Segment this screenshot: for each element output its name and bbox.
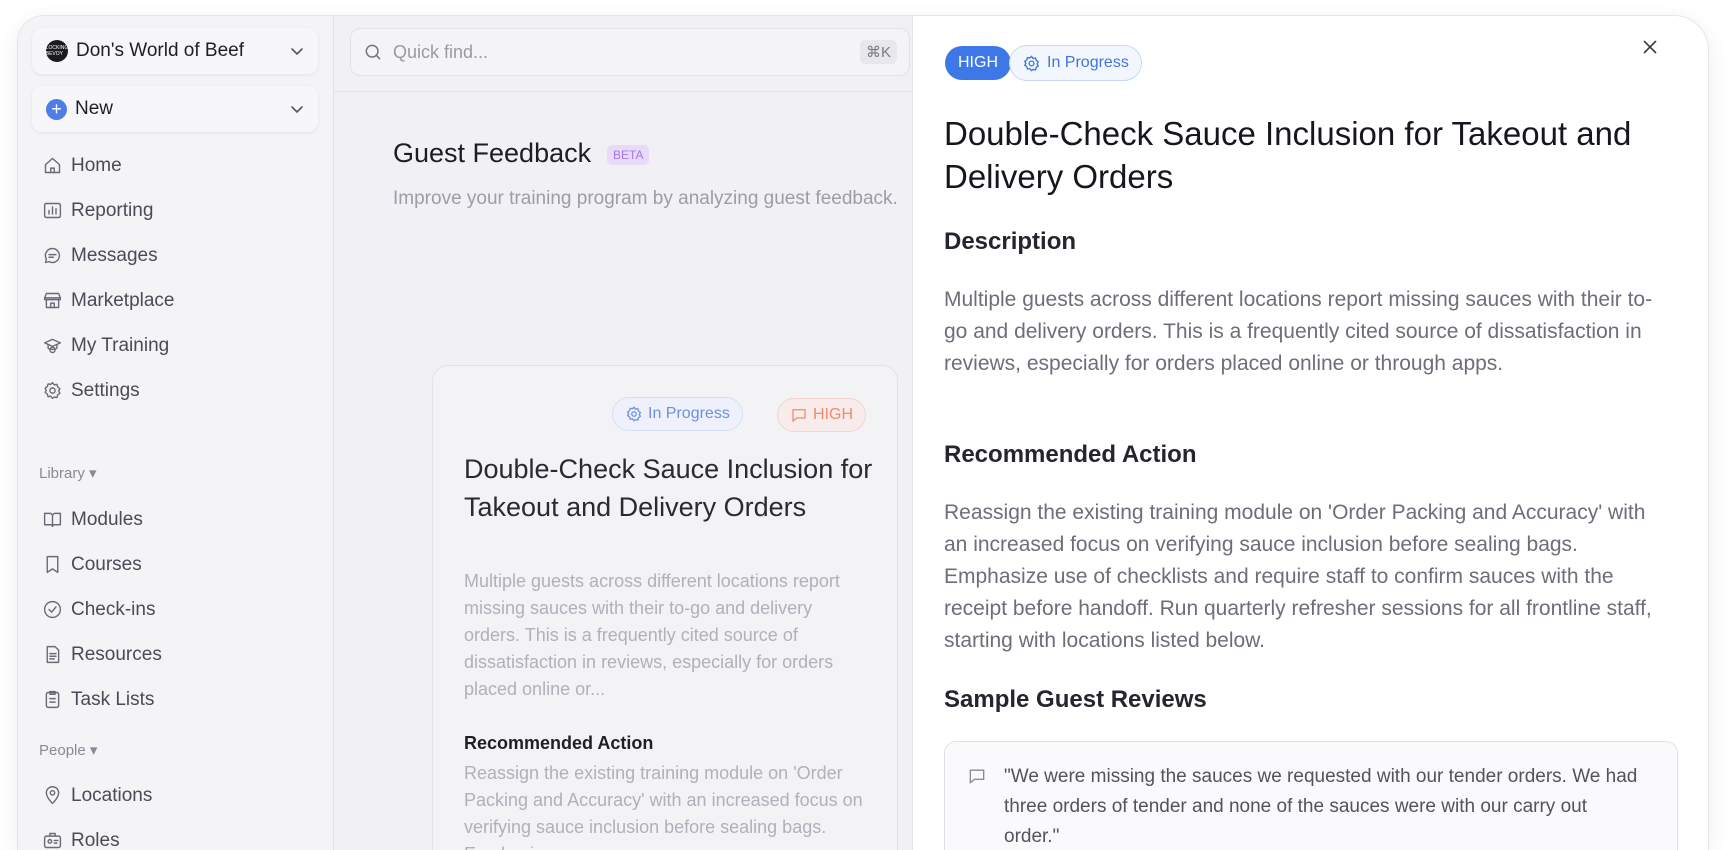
people-section-toggle[interactable]: People ▾: [39, 741, 97, 759]
chevron-down-icon: [291, 48, 303, 56]
beta-badge: BETA: [607, 145, 650, 165]
nav-item-task-lists[interactable]: Task Lists: [42, 677, 312, 722]
page-subtitle: Improve your training program by analyzi…: [393, 188, 898, 209]
search-icon: [365, 44, 381, 60]
bookmark-icon: [46, 555, 59, 574]
nav-label: Reporting: [71, 199, 154, 221]
description-heading: Description: [944, 228, 1077, 255]
nav-label: Resources: [71, 643, 162, 665]
nav-item-home[interactable]: Home: [42, 143, 312, 188]
chevron-down-icon: [291, 106, 303, 114]
plus-icon: +: [46, 98, 67, 120]
home-icon: [44, 157, 61, 174]
nav-item-resources[interactable]: Resources: [42, 632, 312, 677]
comment-icon: [969, 769, 985, 785]
search-placeholder: Quick find...: [393, 41, 489, 62]
nav-item-check-ins[interactable]: Check-ins: [42, 587, 312, 632]
priority-badge: HIGH: [945, 46, 1011, 80]
nav-item-settings[interactable]: Settings: [42, 368, 312, 413]
card-title: Double-Check Sauce Inclusion for Takeout…: [464, 454, 873, 522]
clipboard-icon: [45, 690, 60, 709]
nav-item-locations[interactable]: Locations: [42, 773, 312, 818]
new-menu[interactable]: + New: [32, 86, 318, 132]
recommended-action-heading: Recommended Action: [944, 441, 1197, 468]
nav-label: Messages: [71, 244, 158, 266]
people-nav: Locations Roles: [42, 773, 312, 850]
close-icon[interactable]: [1639, 36, 1661, 58]
nav-label: Roles: [71, 829, 120, 850]
nav-label: Home: [71, 154, 122, 176]
card-priority-label: HIGH: [813, 406, 853, 423]
detail-title: Double-Check Sauce Inclusion for Takeout…: [944, 115, 1632, 195]
org-logo: LOCKING BEVOY: [46, 40, 68, 62]
library-section-toggle[interactable]: Library ▾: [39, 464, 97, 482]
gear-icon: [626, 406, 642, 422]
org-name: Don's World of Beef: [76, 40, 245, 61]
sidebar: LOCKING BEVOY Don's World of Beef + New …: [18, 16, 334, 850]
description-text: Multiple guests across different locatio…: [944, 288, 1653, 375]
review-item: "We were missing the sauces we requested…: [944, 741, 1678, 850]
nav-label: Marketplace: [71, 289, 175, 311]
shortcut-hint: ⌘K: [859, 40, 897, 64]
nav-item-roles[interactable]: Roles: [42, 818, 312, 850]
card-description: Multiple guests across different locatio…: [464, 571, 840, 699]
comment-icon: [792, 409, 806, 423]
chart-icon: [43, 202, 62, 219]
quick-find-search[interactable]: Quick find... ⌘K: [350, 28, 910, 76]
nav-label: Courses: [71, 553, 142, 575]
card-priority-chip: HIGH: [777, 398, 866, 432]
pin-icon: [45, 786, 60, 805]
document-icon: [46, 645, 60, 664]
card-status-label: In Progress: [648, 405, 730, 422]
gear-icon: [44, 381, 61, 400]
graduation-icon: [43, 338, 62, 354]
nav-item-my-training[interactable]: My Training: [42, 323, 312, 368]
nav-label: Check-ins: [71, 598, 156, 620]
nav-item-messages[interactable]: Messages: [42, 233, 312, 278]
status-label: In Progress: [1047, 54, 1129, 71]
detail-panel: HIGH In Progress Double-Check Sauce Incl…: [912, 16, 1708, 850]
page-title: Guest Feedback: [393, 138, 592, 168]
badge-icon: [43, 832, 62, 849]
main-content: Quick find... ⌘K Guest Feedback BETA Imp…: [334, 16, 932, 850]
nav-item-reporting[interactable]: Reporting: [42, 188, 312, 233]
main-nav: Home Reporting Messages Marketplace My T…: [42, 143, 312, 413]
review-text: "We were missing the sauces we requested…: [1004, 766, 1638, 847]
check-circle-icon: [43, 600, 62, 619]
org-switcher[interactable]: LOCKING BEVOY Don's World of Beef: [32, 28, 318, 74]
new-label: New: [75, 98, 114, 119]
card-status-chip: In Progress: [612, 397, 743, 431]
feedback-card[interactable]: In Progress HIGH Double-Check Sauce Incl…: [432, 365, 898, 850]
nav-label: Settings: [71, 379, 140, 401]
book-icon: [43, 512, 62, 528]
nav-item-marketplace[interactable]: Marketplace: [42, 278, 312, 323]
nav-label: Locations: [71, 784, 153, 806]
card-rec-heading: Recommended Action: [464, 733, 654, 753]
topbar: Quick find... ⌘K: [334, 16, 932, 92]
message-icon: [44, 247, 61, 264]
nav-label: My Training: [71, 334, 170, 356]
nav-label: Modules: [71, 508, 143, 530]
nav-label: Task Lists: [71, 688, 155, 710]
gear-icon: [1023, 54, 1040, 72]
card-rec-text: Reassign the existing training module on…: [464, 763, 863, 850]
store-icon: [43, 292, 62, 309]
recommended-action-text: Reassign the existing training module on…: [944, 501, 1652, 652]
app-window: LOCKING BEVOY Don's World of Beef + New …: [18, 16, 1708, 850]
sample-reviews-heading: Sample Guest Reviews: [944, 686, 1207, 713]
nav-item-courses[interactable]: Courses: [42, 542, 312, 587]
library-nav: Modules Courses Check-ins Resources Task…: [42, 497, 312, 722]
status-badge: In Progress: [1009, 45, 1142, 81]
nav-item-modules[interactable]: Modules: [42, 497, 312, 542]
